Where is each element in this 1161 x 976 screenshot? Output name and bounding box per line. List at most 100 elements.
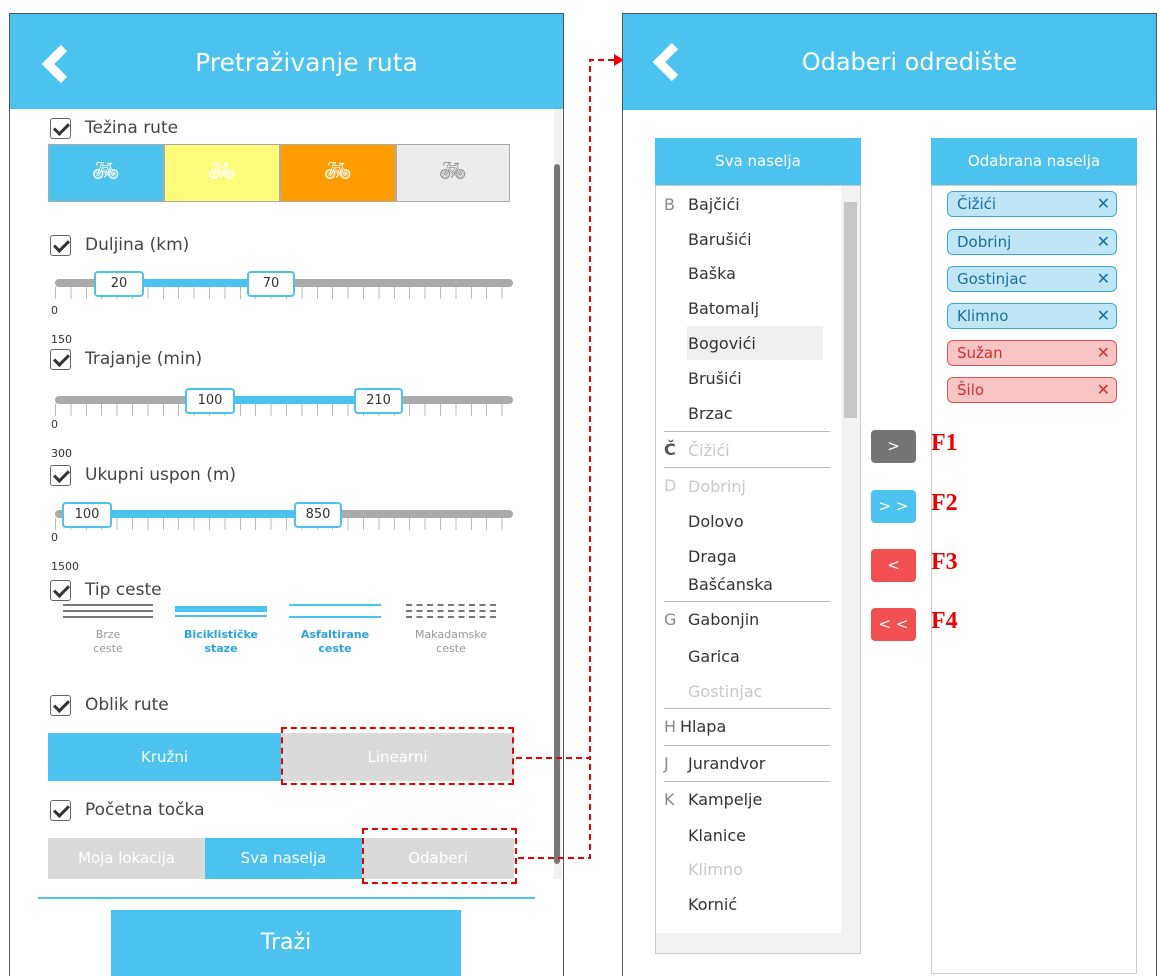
- place-item[interactable]: Klanice: [688, 826, 746, 845]
- letter-k: K: [664, 790, 675, 809]
- duration-low-handle[interactable]: 100: [185, 388, 235, 414]
- road-bike-lines: [175, 604, 267, 618]
- road-gravel-line1: Makadamske: [414, 628, 488, 641]
- length-low-handle[interactable]: 20: [94, 271, 144, 297]
- selected-places-header: Odabrana naselja: [931, 138, 1137, 185]
- selected-tag[interactable]: Dobrinj ✕: [947, 229, 1117, 255]
- circular-button[interactable]: Kružni: [48, 733, 281, 781]
- my-location-button[interactable]: Moja lokacija: [48, 838, 205, 879]
- section-divider: [664, 781, 830, 782]
- search-button[interactable]: Traži: [111, 910, 461, 976]
- place-item: Dobrinj: [688, 477, 746, 496]
- remove-icon[interactable]: ✕: [1097, 378, 1110, 402]
- place-item[interactable]: Brušići: [688, 369, 742, 388]
- difficulty-easy[interactable]: 🚲︎: [48, 144, 164, 202]
- move-all-right-button[interactable]: > >: [871, 490, 916, 523]
- move-right-button[interactable]: >: [871, 430, 916, 463]
- difficulty-hard[interactable]: 🚲︎: [280, 144, 396, 202]
- road-asphalt-line1: Asfaltirane: [300, 628, 370, 641]
- road-fast[interactable]: Brze ceste: [55, 604, 161, 656]
- length-label: Duljina (km): [85, 235, 190, 255]
- road-fast-line1: Brze: [95, 628, 121, 641]
- difficulty-checkbox[interactable]: [50, 118, 71, 139]
- place-item[interactable]: Hlapa: [680, 717, 726, 736]
- selected-tag[interactable]: Klimno ✕: [947, 303, 1117, 329]
- ascent-high-handle[interactable]: 850: [294, 502, 342, 528]
- remove-icon[interactable]: ✕: [1097, 267, 1110, 291]
- selected-tag-label: Gostinjac: [957, 270, 1027, 288]
- move-all-left-button[interactable]: < <: [871, 608, 916, 641]
- duration-ticks: [55, 404, 513, 416]
- road-bike[interactable]: Biciklističke staze: [168, 604, 274, 656]
- difficulty-off[interactable]: 🚲︎: [396, 144, 510, 202]
- duration-high-handle[interactable]: 210: [354, 388, 403, 414]
- selected-tag[interactable]: Sužan ✕: [947, 340, 1117, 366]
- place-item: Gostinjac: [688, 682, 763, 701]
- route-shape-checkbox[interactable]: [50, 695, 71, 716]
- place-item[interactable]: Jurandvor: [688, 754, 765, 773]
- list-scrollbar-thumb[interactable]: [844, 202, 857, 418]
- place-item: Čižići: [688, 441, 730, 460]
- length-min: 0: [51, 304, 58, 317]
- divider: [38, 897, 535, 899]
- road-gravel-lines: [406, 604, 496, 618]
- remove-icon[interactable]: ✕: [1097, 192, 1110, 216]
- letter-c: Č: [664, 440, 676, 459]
- list-scrollbar[interactable]: [841, 186, 860, 953]
- place-item[interactable]: Brzac: [688, 404, 733, 423]
- road-asphalt-lines: [289, 604, 381, 618]
- ascent-low-handle[interactable]: 100: [62, 502, 112, 528]
- all-places-button[interactable]: Sva naselja: [205, 838, 362, 879]
- page-title: Odaberi odredište: [801, 48, 1018, 76]
- linear-highlight: [281, 727, 514, 785]
- place-item[interactable]: Bajčići: [688, 195, 740, 214]
- remove-icon[interactable]: ✕: [1097, 304, 1110, 328]
- selected-tag[interactable]: Gostinjac ✕: [947, 266, 1117, 292]
- road-type-checkbox[interactable]: [50, 580, 71, 601]
- start-point-label: Početna točka: [85, 800, 205, 820]
- bicycle-icon: 🚲︎: [439, 159, 467, 184]
- place-item[interactable]: Baška: [688, 264, 736, 283]
- section-divider: [664, 431, 830, 432]
- road-type-label: Tip ceste: [85, 580, 162, 600]
- remove-icon[interactable]: ✕: [1097, 230, 1110, 254]
- move-left-button[interactable]: <: [871, 549, 916, 582]
- selected-tag-label: Dobrinj: [957, 233, 1012, 251]
- start-point-checkbox[interactable]: [50, 800, 71, 821]
- place-item[interactable]: Bogovići: [688, 334, 756, 353]
- place-item[interactable]: Garica: [688, 647, 740, 666]
- difficulty-label: Težina rute: [85, 118, 179, 138]
- ascent-min: 0: [51, 531, 58, 544]
- place-item[interactable]: Draga: [688, 547, 737, 566]
- place-item[interactable]: Barušići: [688, 230, 752, 249]
- duration-max: 300: [51, 447, 72, 460]
- section-divider: [664, 601, 830, 602]
- length-high-handle[interactable]: 70: [247, 271, 295, 297]
- place-item[interactable]: Dolovo: [688, 512, 744, 531]
- route-shape-label: Oblik rute: [85, 695, 169, 715]
- remove-icon[interactable]: ✕: [1097, 341, 1110, 365]
- length-max: 150: [51, 333, 72, 346]
- difficulty-medium[interactable]: 🚲︎: [164, 144, 280, 202]
- place-item[interactable]: Kampelje: [688, 790, 762, 809]
- section-divider: [664, 745, 830, 746]
- selected-tag[interactable]: Čižići ✕: [947, 191, 1117, 217]
- ascent-ticks: [55, 518, 513, 530]
- road-gravel[interactable]: Makadamske ceste: [398, 604, 504, 656]
- length-checkbox[interactable]: [50, 235, 71, 256]
- letter-g: G: [664, 610, 677, 629]
- duration-checkbox[interactable]: [50, 349, 71, 370]
- section-divider: [664, 708, 830, 709]
- place-item: Klimno: [688, 860, 743, 879]
- road-asphalt[interactable]: Asfaltirane ceste: [282, 604, 388, 656]
- letter-d: D: [664, 476, 677, 495]
- place-item[interactable]: Gabonjin: [688, 610, 759, 629]
- choose-highlight: [362, 828, 517, 884]
- place-item[interactable]: Kornić: [688, 895, 737, 914]
- selected-tag[interactable]: Šilo ✕: [947, 377, 1117, 403]
- duration-slider-range: [233, 396, 355, 404]
- place-item[interactable]: Batomalj: [688, 299, 759, 318]
- ascent-checkbox[interactable]: [50, 465, 71, 486]
- list-hscrollbar[interactable]: [656, 933, 841, 953]
- place-item-line2[interactable]: Bašćanska: [688, 575, 773, 594]
